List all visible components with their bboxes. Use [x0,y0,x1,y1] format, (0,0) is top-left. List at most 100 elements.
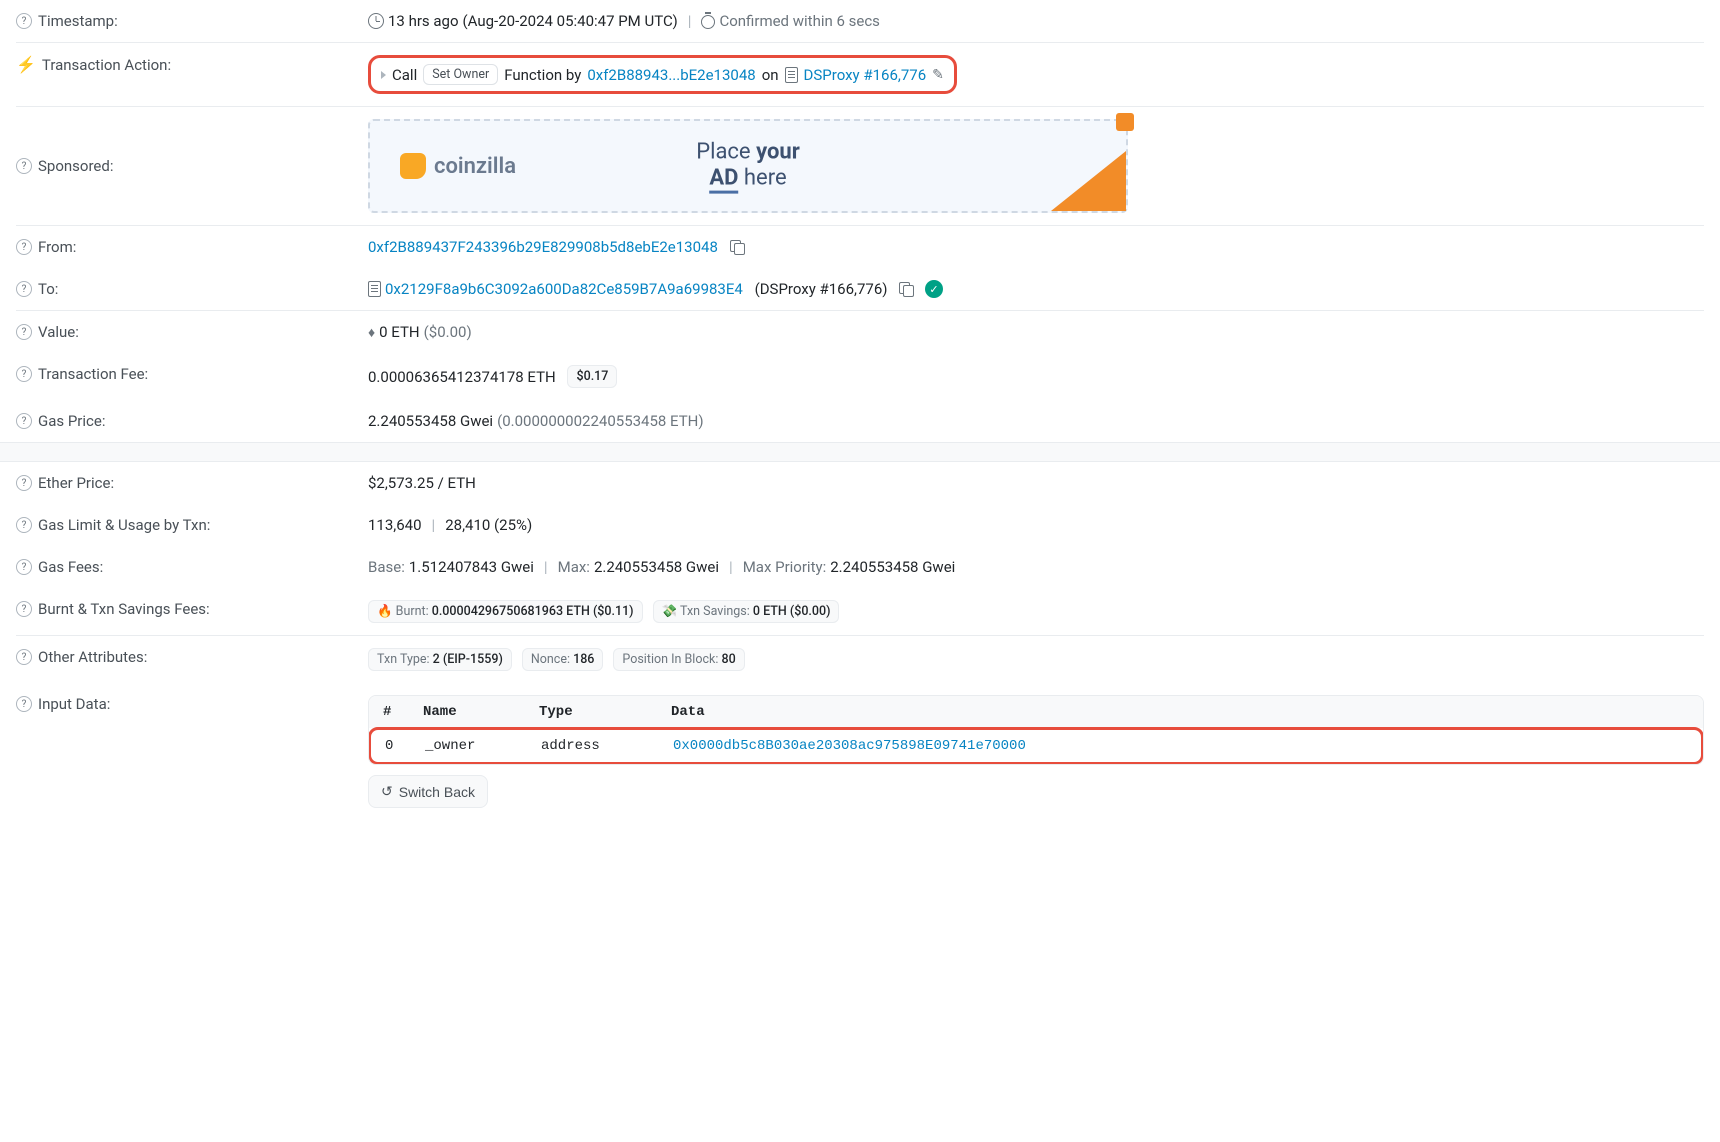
col-idx: # [383,704,423,720]
gasprice-gwei: 2.240553458 Gwei [368,412,493,430]
label-to: To: [38,280,58,298]
gasfees-prio: 2.240553458 Gwei [830,558,955,576]
col-type: Type [539,704,671,720]
doc-icon [368,281,381,297]
help-icon[interactable]: ? [16,559,32,575]
help-icon[interactable]: ? [16,324,32,340]
label-timestamp: Timestamp: [38,12,118,30]
label-inputdata: Input Data: [38,695,110,713]
ad-peek-icon [1116,113,1134,131]
row-inputdata: ? Input Data: # Name Type Data 0 _owner … [16,683,1704,820]
action-call: Call [392,66,417,84]
copy-icon[interactable] [899,282,913,296]
to-address-link[interactable]: 0x2129F8a9b6C3092a600Da82Ce859B7A9a69983… [385,280,743,298]
row-timestamp: ? Timestamp: 13 hrs ago (Aug-20-2024 05:… [16,0,1704,42]
ad-brand: coinzilla [434,154,516,179]
help-icon[interactable]: ? [16,649,32,665]
label-burnt: Burnt & Txn Savings Fees: [38,600,210,618]
row-to: ? To: 0x2129F8a9b6C3092a600Da82Ce859B7A9… [16,268,1704,310]
cell-idx: 0 [385,738,425,754]
value-usd: ($0.00) [424,323,472,341]
row-etherprice: ? Ether Price: $2,573.25 / ETH [16,462,1704,504]
undo-icon: ↺ [381,783,393,800]
pencil-icon[interactable]: ✎ [932,67,944,83]
row-value: ? Value: ♦ 0 ETH ($0.00) [16,311,1704,353]
eth-icon: ♦ [368,324,375,341]
value-eth: 0 ETH [379,323,419,341]
row-gasprice: ? Gas Price: 2.240553458 Gwei (0.0000000… [16,400,1704,442]
label-sponsored: Sponsored: [38,157,113,175]
help-icon[interactable]: ? [16,601,32,617]
to-name: (DSProxy #166,776) [755,280,888,298]
label-gasfees: Gas Fees: [38,558,103,576]
help-icon[interactable]: ? [16,475,32,491]
ad-banner[interactable]: coinzilla Place your AD here [368,119,1128,213]
gaslimit-limit: 113,640 [368,516,422,534]
row-gaslimit: ? Gas Limit & Usage by Txn: 113,640 | 28… [16,504,1704,546]
help-icon[interactable]: ? [16,696,32,712]
doc-icon [785,67,798,83]
row-action: ⚡ Transaction Action: Call Set Owner Fun… [16,43,1704,106]
cell-data-link[interactable]: 0x0000db5c8B030ae20308ac975898E09741e700… [673,738,1026,754]
help-icon[interactable]: ? [16,239,32,255]
gasfees-max-label: Max: [558,558,590,576]
copy-icon[interactable] [730,240,744,254]
clock-icon [368,13,384,29]
gasprice-eth: (0.000000002240553458 ETH) [497,412,704,430]
row-burnt: ? Burnt & Txn Savings Fees: 🔥 Burnt: 0.0… [16,588,1704,635]
attr-txntype: Txn Type: 2 (EIP-1559) [368,648,512,671]
row-sponsored: ? Sponsored: coinzilla Place your AD her… [16,107,1704,225]
table-head: # Name Type Data [369,696,1703,728]
row-fee: ? Transaction Fee: 0.00006365412374178 E… [16,353,1704,400]
bolt-icon: ⚡ [16,55,36,74]
label-action: Transaction Action: [42,56,171,74]
attr-nonce: Nonce: 186 [522,648,604,671]
input-data-table: # Name Type Data 0 _owner address 0x0000… [368,695,1704,765]
stopwatch-icon [701,15,715,29]
action-target-link[interactable]: DSProxy #166,776 [804,66,927,84]
help-icon[interactable]: ? [16,13,32,29]
help-icon[interactable]: ? [16,366,32,382]
cell-name: _owner [425,738,541,754]
gasfees-max: 2.240553458 Gwei [594,558,719,576]
col-name: Name [423,704,539,720]
cell-type: address [541,738,673,754]
help-icon[interactable]: ? [16,413,32,429]
timestamp-ago: 13 hrs ago [388,12,459,30]
row-attrs: ? Other Attributes: Txn Type: 2 (EIP-155… [16,636,1704,683]
attr-pos: Position In Block: 80 [613,648,744,671]
caret-right-icon [381,71,386,79]
gaslimit-usage: 28,410 (25%) [445,516,532,534]
action-funcby: Function by [504,66,581,84]
row-from: ? From: 0xf2B889437F243396b29E829908b5d8… [16,226,1704,268]
help-icon[interactable]: ? [16,158,32,174]
help-icon[interactable]: ? [16,281,32,297]
table-row: 0 _owner address 0x0000db5c8B030ae20308a… [368,727,1704,765]
etherprice-value: $2,573.25 / ETH [368,474,476,492]
label-value: Value: [38,323,79,341]
fee-usd: $0.17 [576,369,608,384]
help-icon[interactable]: ? [16,517,32,533]
timestamp-full: (Aug-20-2024 05:40:47 PM UTC) [463,12,678,30]
check-badge-icon: ✓ [925,280,943,298]
action-highlight: Call Set Owner Function by 0xf2B88943...… [368,55,957,94]
gasfees-prio-label: Max Priority: [743,558,827,576]
timestamp-confirmed: Confirmed within 6 secs [719,12,879,30]
label-from: From: [38,238,76,256]
label-gaslimit: Gas Limit & Usage by Txn: [38,516,210,534]
switch-back-button[interactable]: ↺ Switch Back [368,775,488,808]
gasfees-base-label: Base: [368,558,405,576]
fee-eth: 0.00006365412374178 ETH [368,368,556,386]
label-attrs: Other Attributes: [38,648,147,666]
action-from-link[interactable]: 0xf2B88943...bE2e13048 [587,66,755,84]
ad-corner-icon [1051,151,1126,211]
action-tag: Set Owner [423,64,498,85]
coinzilla-logo-icon [400,153,426,179]
action-on: on [762,66,779,84]
row-gasfees: ? Gas Fees: Base: 1.512407843 Gwei | Max… [16,546,1704,588]
burnt-pill: 🔥 Burnt: 0.00004296750681963 ETH ($0.11) [368,600,643,623]
col-data: Data [671,704,1689,720]
label-gasprice: Gas Price: [38,412,105,430]
from-address-link[interactable]: 0xf2B889437F243396b29E829908b5d8ebE2e130… [368,238,718,256]
label-fee: Transaction Fee: [38,365,148,383]
